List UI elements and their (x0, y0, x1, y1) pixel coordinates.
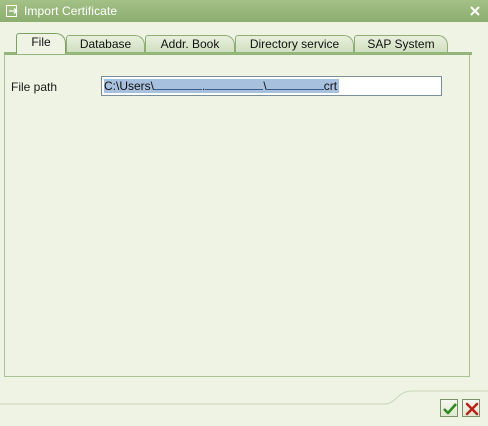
path-prefix: C:\Users\ (104, 79, 155, 93)
file-path-label: File path (11, 80, 58, 94)
file-path-input[interactable]: C:\Users\. \ crt (101, 76, 442, 96)
redacted-segment (205, 79, 264, 90)
redacted-segment (154, 79, 203, 90)
tab-sap-system[interactable]: SAP System (354, 35, 448, 53)
tab-addr-book[interactable]: Addr. Book (145, 35, 235, 53)
tab-database[interactable]: Database (66, 35, 145, 53)
close-icon[interactable] (467, 3, 483, 19)
tab-file[interactable]: File (16, 33, 66, 54)
import-icon (5, 4, 19, 18)
footer-divider (0, 390, 488, 405)
tab-label: SAP System (367, 37, 435, 51)
tab-label: File (31, 35, 51, 49)
redacted-segment (266, 79, 324, 90)
checkmark-icon (443, 403, 457, 415)
tab-strip-underline (4, 52, 472, 55)
tab-label: Database (79, 37, 132, 51)
ok-button[interactable] (440, 399, 458, 417)
cancel-icon (465, 402, 479, 416)
tab-panel-file (4, 55, 470, 377)
title-bar: Import Certificate (0, 0, 488, 22)
window-title: Import Certificate (24, 4, 118, 18)
tab-label: Addr. Book (160, 37, 220, 51)
cancel-button[interactable] (462, 399, 480, 417)
tab-directory-service[interactable]: Directory service (235, 35, 354, 53)
path-suffix: crt (323, 79, 338, 93)
tab-label: Directory service (249, 37, 340, 51)
file-path-selection: C:\Users\. \ crt (104, 79, 340, 93)
